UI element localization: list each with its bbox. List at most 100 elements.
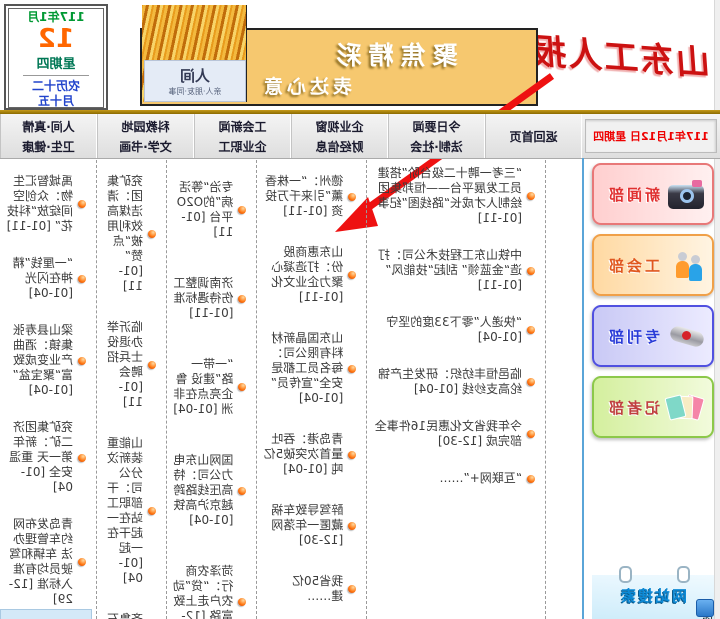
bullet-icon [348, 522, 356, 530]
inset-subtitle: 亲人·朋友·同事 [168, 86, 221, 97]
nav-item-label: 返回首页 [510, 128, 558, 145]
news-item[interactable]: 齐鲁石化：沥青产销突破100万吨 [01-04] [103, 612, 156, 619]
news-item[interactable]: 兖矿集团济二矿：新年第一天 重温安全 [01-04] [6, 420, 86, 495]
banner-slogan: 表达心意 [260, 72, 352, 99]
news-item[interactable]: 禹城智汇生物：众创空间绽放“科技花” [01-11] [6, 174, 86, 234]
calendar-year-month: 117年1月 [27, 8, 84, 25]
news-item-text: 齐鲁石化：沥青产销突破100万吨 [01-04] [103, 612, 143, 619]
nav-item-2[interactable]: 企业视窗财经信息 [291, 114, 388, 158]
news-grid: “三考一聘十二级台阶”搭建员工发展平台——恒邦集团绘制人才成长“路线图”纪事 [… [0, 160, 582, 619]
news-column-5: 禹城智汇生物：众创空间绽放“科技花” [01-11] “一厘钱”精神在闪光 [01… [0, 160, 97, 619]
news-column-4: 兖矿集团：清洁煤高效利用被“点赞” [01-11] 临沂举办退役士兵招聘会 [01… [97, 160, 167, 619]
bullet-icon [348, 451, 356, 459]
news-item[interactable]: 临沂举办退役士兵招聘会 [01-11] [103, 320, 156, 410]
bullet-icon [348, 365, 356, 373]
news-item[interactable]: 德州：“一株香薰”引来千万投资 [01-11] [263, 174, 356, 219]
news-item[interactable]: 山能重装新汶分公司：干部职工站在一起干在一起 [01-04] [103, 436, 156, 586]
promo-banner[interactable]: 聚焦精彩 表达心意 人间 亲人·朋友·同事 [140, 28, 538, 106]
bullet-icon [238, 295, 246, 303]
dept-button-1[interactable]: 工会部 [592, 234, 714, 296]
news-item[interactable]: 青岛港：吞吐量首次突破5亿吨 [01-04] [263, 432, 356, 477]
news-item[interactable]: “快递人”零下33度的坚守 [01-04] [373, 315, 535, 345]
bullet-icon [78, 275, 86, 283]
news-item[interactable]: 山东惠商股份：打造凝心聚力企业文化 [01-11] [263, 245, 356, 305]
news-item[interactable]: 临邑恒丰纺织：研发生产锦纶高支纱线 [01-04] [373, 367, 535, 397]
news-item[interactable]: “一带一路”建设 鲁企亮点在非洲 [01-04] [173, 357, 246, 417]
news-item[interactable]: 今年我省文化惠民16件事全部完成 [12-30] [373, 419, 535, 449]
bullet-icon [527, 267, 535, 275]
calendar-divider [23, 75, 89, 76]
news-item[interactable]: 青岛发布网约车管理办法 车辆和驾驶员均有准入标准 [12-29] [6, 517, 86, 607]
bullet-icon [527, 192, 535, 200]
news-item-text: 今年我省文化惠民16件事全部完成 [12-30] [373, 419, 522, 449]
news-item-text: “一厘钱”精神在闪光 [01-04] [6, 256, 73, 301]
news-item[interactable]: 兖矿集团：清洁煤高效利用被“点赞” [01-11] [103, 174, 156, 294]
nav-item-label: 企业视窗 [316, 118, 364, 135]
news-item[interactable]: 国网山东电力公司：特高压线路跨越京沪高铁 [01-04] [173, 453, 246, 528]
news-item-text: “互联网+”…… [440, 471, 523, 486]
news-column-2: 德州：“一株香薰”引来千万投资 [01-11] 山东惠商股份：打造凝心聚力企业文化… [257, 160, 367, 619]
news-item[interactable]: 菏泽农商行：“贷”动农户走上致富路 [12-30] [173, 564, 246, 619]
nav-item-3[interactable]: 工会新闻企业职工 [194, 114, 291, 158]
bullet-icon [238, 487, 246, 495]
news-item[interactable]: 山东国晶新材料有限公司：每名员工都是安全“宣传员” [01-04] [263, 331, 356, 406]
nav-item-1[interactable]: 今日要闻法制·社会 [388, 114, 485, 158]
nav-item-sublabel: 财经信息 [316, 138, 364, 155]
calendar-lunar-1: 农历十二 [32, 79, 80, 93]
bullet-icon [148, 507, 156, 515]
left-sidebar: 新闻部工会部专刊部记者部 网站搜索 搜索： 查询 [582, 158, 720, 619]
nav-item-0[interactable]: 返回首页 [485, 114, 582, 158]
news-item[interactable]: 梁山县寿张集镇：酒曲产业变成致富“聚宝盆” [01-04] [6, 323, 86, 398]
news-item-text: 德州：“一株香薰”引来千万投资 [01-11] [263, 174, 343, 219]
bullet-icon [78, 200, 86, 208]
mirrored-screenshot: 山东工人报 聚焦精彩 表达心意 人间 亲人·朋友·同事 117年1月 12 星期… [0, 0, 720, 619]
nav-item-label: 人间·真情 [22, 118, 75, 135]
news-item-text: 禹城智汇生物：众创空间绽放“科技花” [01-11] [6, 174, 73, 234]
nav-item-4[interactable]: 科教园地文学·书画 [97, 114, 194, 158]
news-item-text: 青岛港：吞吐量首次突破5亿吨 [01-04] [263, 432, 343, 477]
news-item-text: 中铁山东工程技术公司：打造“金蓝领” 刮起“技能风” [01-11] [373, 248, 522, 293]
nav-item-sublabel: 企业职工 [219, 138, 267, 155]
news-item[interactable]: “一厘钱”精神在闪光 [01-04] [6, 256, 86, 301]
bullet-icon [527, 475, 535, 483]
bullet-icon [527, 378, 535, 386]
news-item[interactable]: 专治“等活病”的O2O平台 [01-11] [173, 180, 246, 240]
news-item-text: 菏泽农商行：“贷”动农户走上致富路 [12-30] [173, 564, 233, 619]
dept-button-2[interactable]: 专刊部 [592, 305, 714, 367]
dept-button-3[interactable]: 记者部 [592, 376, 714, 438]
news-item[interactable]: 济南调整工伤待遇标准 [01-11] [173, 276, 246, 321]
bullet-icon [78, 558, 86, 566]
nav-item-label: 今日要闻 [413, 118, 461, 135]
news-item[interactable]: 醉驾导致车祸 藏匿一年落网 [12-30] [263, 503, 356, 548]
banner-inset-photo[interactable]: 人间 亲人·朋友·同事 [144, 60, 246, 102]
news-item-text: 兖矿集团济二矿：新年第一天 重温安全 [01-04] [6, 420, 73, 495]
news-item-text: 山东国晶新材料有限公司：每名员工都是安全“宣传员” [01-04] [263, 331, 343, 406]
news-item-text: 山东惠商股份：打造凝心聚力企业文化 [01-11] [263, 245, 343, 305]
dept-button-label: 工会部 [606, 255, 660, 276]
news-item[interactable]: “互联网+”…… [373, 471, 535, 486]
page-flipped-wrapper: 山东工人报 聚焦精彩 表达心意 人间 亲人·朋友·同事 117年1月 12 星期… [0, 0, 720, 619]
scroll-icon [668, 320, 704, 352]
corner-blue-icon[interactable] [696, 599, 714, 617]
news-item-text: 专治“等活病”的O2O平台 [01-11] [173, 180, 233, 240]
news-item[interactable]: 中铁山东工程技术公司：打造“金蓝领” 刮起“技能风” [01-11] [373, 248, 535, 293]
dept-button-0[interactable]: 新闻部 [592, 163, 714, 225]
news-item-text: 临沂举办退役士兵招聘会 [01-11] [103, 320, 143, 410]
bullet-icon [238, 206, 246, 214]
bullet-icon [238, 383, 246, 391]
bullet-icon [78, 357, 86, 365]
bullet-icon [148, 230, 156, 238]
cards-icon [668, 391, 704, 423]
bullet-icon [78, 454, 86, 462]
news-item-text: 兖矿集团：清洁煤高效利用被“点赞” [01-11] [103, 174, 143, 294]
nav-item-sublabel: 法制·社会 [410, 138, 463, 155]
news-item-text: 醉驾导致车祸 藏匿一年落网 [12-30] [263, 503, 343, 548]
news-item[interactable]: 我省50亿建…… [263, 574, 356, 604]
bullet-icon [348, 271, 356, 279]
ring-hole-icon [619, 566, 632, 583]
dept-button-label: 记者部 [606, 397, 660, 418]
banner-headline: 聚焦精彩 [251, 36, 536, 72]
nav-item-5[interactable]: 人间·真情卫生·健康 [0, 114, 97, 158]
news-item[interactable]: “三考一聘十二级台阶”搭建员工发展平台——恒邦集团绘制人才成长“路线图”纪事 [… [373, 166, 535, 226]
calendar-day: 12 [38, 26, 74, 52]
